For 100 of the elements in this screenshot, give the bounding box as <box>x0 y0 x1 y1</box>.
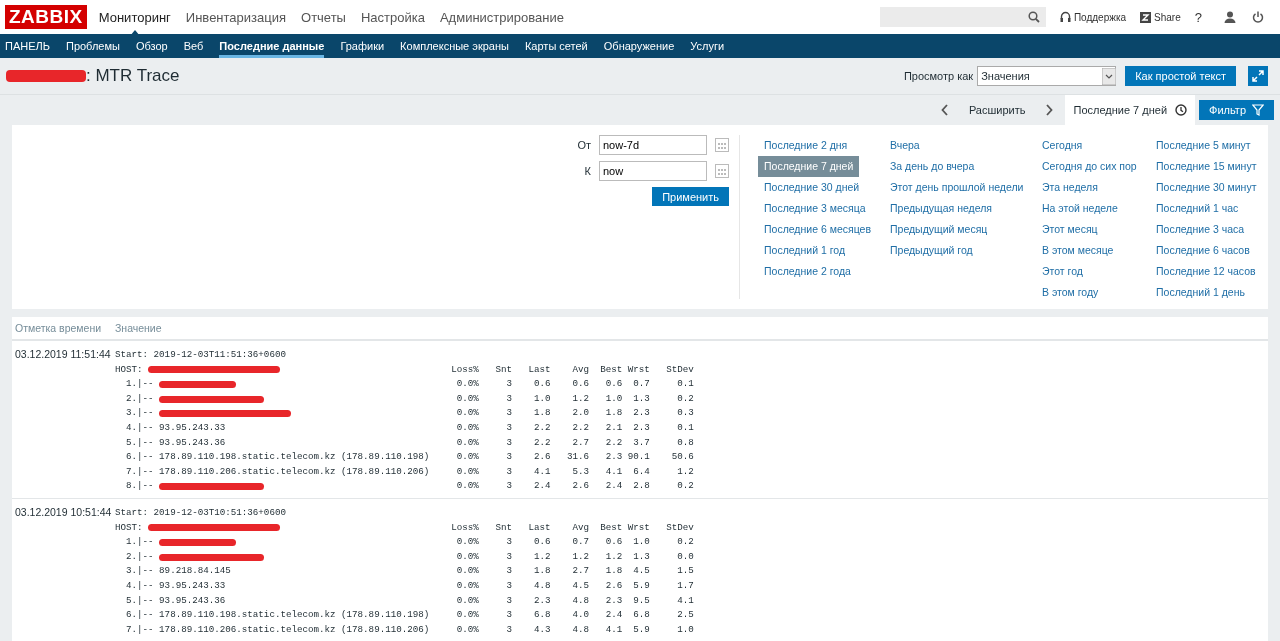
quick-range-link[interactable]: Вчера <box>884 135 926 156</box>
log-value: 1.0 <box>632 535 650 550</box>
time-range-tab[interactable]: Последние 7 дней <box>1065 95 1196 125</box>
log-value: 0.7 <box>632 377 650 392</box>
log-value: 2.1 <box>604 420 623 435</box>
sub-menu-item[interactable]: Услуги <box>690 34 725 58</box>
log-line: 6.|-- 178.89.110.198.static.telecom.kz (178.89.110.198) <box>125 450 430 465</box>
quick-range-link[interactable]: Этот месяц <box>1036 219 1104 240</box>
log-value: 2.4 <box>604 479 623 494</box>
from-label: От <box>577 139 591 151</box>
log-column-header: Wrst <box>626 520 650 535</box>
main-menu-item[interactable]: Отчеты <box>301 9 346 25</box>
log-value: 4.1 <box>604 622 623 637</box>
quick-range-link[interactable]: Последний 1 день <box>1150 282 1251 303</box>
sub-menu-item[interactable]: ПАНЕЛЬ <box>5 34 50 58</box>
main-menu-item[interactable]: Настройка <box>360 9 425 25</box>
main-menu-item[interactable]: Инвентаризация <box>185 9 286 25</box>
quick-range-link[interactable]: Последние 6 часов <box>1150 240 1256 261</box>
column-header[interactable]: Значение <box>115 322 162 334</box>
quick-range-link[interactable]: Предыдущий месяц <box>884 219 994 240</box>
log-value: 0.6 <box>533 535 551 550</box>
quick-range-link[interactable]: Этот день прошлой недели <box>884 177 1030 198</box>
log-value: 2.3 <box>533 593 551 608</box>
log-value: 4.5 <box>632 564 650 579</box>
page-title: : MTR Trace <box>86 66 180 86</box>
quick-range-link[interactable]: На этой неделе <box>1036 198 1124 219</box>
log-value: 0.6 <box>604 535 623 550</box>
log-value: 5.3 <box>571 464 590 479</box>
zoom-out-link[interactable]: Расширить <box>968 104 1026 116</box>
quick-range-link[interactable]: Эта неделя <box>1036 177 1104 198</box>
log-line: 4.|-- 93.95.243.33 <box>125 578 226 593</box>
log-value: 1.2 <box>533 549 551 564</box>
quick-range-link[interactable]: Последние 5 минут <box>1150 135 1257 156</box>
sub-menu-item[interactable]: Графики <box>340 34 385 58</box>
apply-button[interactable]: Применить <box>652 187 729 206</box>
main-menu-item[interactable]: Администрирование <box>439 9 564 25</box>
log-column-header: Snt <box>494 362 512 377</box>
quick-range-link[interactable]: Последние 7 дней <box>758 156 860 177</box>
log-value: 3.7 <box>632 435 650 450</box>
quick-range-link[interactable]: Последние 6 месяцев <box>758 219 877 240</box>
log-value: 3 <box>505 622 512 637</box>
fullscreen-button[interactable] <box>1248 66 1268 86</box>
sub-menu-item[interactable]: Проблемы <box>65 34 120 58</box>
caret-icon <box>1102 67 1117 85</box>
quick-range-link[interactable]: Последние 2 дня <box>758 135 854 156</box>
sub-menu-item[interactable]: Карты сетей <box>524 34 588 58</box>
quick-range-link[interactable]: Последние 15 минут <box>1150 156 1263 177</box>
log-value: 6.4 <box>632 464 650 479</box>
filter-tab[interactable]: Фильтр <box>1199 100 1274 120</box>
quick-range-link[interactable]: Последние 12 часов <box>1150 261 1262 282</box>
log-value: 0.6 <box>604 377 623 392</box>
plain-text-button[interactable]: Как простой текст <box>1125 66 1236 86</box>
log-value: 3 <box>505 479 512 494</box>
log-value: 1.8 <box>604 564 623 579</box>
main-menu-item[interactable]: Мониторинг <box>98 9 171 25</box>
quick-range-link[interactable]: Последний 1 год <box>758 240 852 261</box>
quick-range-link[interactable]: Сегодня до сих пор <box>1036 156 1143 177</box>
log-value: 4.8 <box>571 593 590 608</box>
quick-range-link[interactable]: Последние 3 месяца <box>758 198 872 219</box>
sub-menu-item[interactable]: Последние данные <box>219 34 325 58</box>
sub-menu-item[interactable]: Обзор <box>135 34 168 58</box>
quick-range-link[interactable]: Сегодня <box>1036 135 1089 156</box>
log-value: 1.0 <box>604 391 623 406</box>
quick-range-link[interactable]: Последние 30 минут <box>1150 177 1263 198</box>
quick-range-link[interactable]: Последние 30 дней <box>758 177 866 198</box>
quick-range-link[interactable]: В этом году <box>1036 282 1105 303</box>
quick-range-link[interactable]: Последний 1 час <box>1150 198 1245 219</box>
log-value: 0.0% <box>455 535 479 550</box>
search-field[interactable] <box>879 7 1046 27</box>
support-link[interactable]: Поддержка <box>1059 11 1127 23</box>
help-link[interactable]: ? <box>1194 9 1202 25</box>
quick-range-link[interactable]: Предыдущий год <box>884 240 979 261</box>
from-field[interactable]: now-7d <box>599 135 707 155</box>
log-line: 5.|-- 93.95.243.36 <box>125 593 226 608</box>
view-as-label: Просмотр как <box>903 70 974 82</box>
log-value: 2.7 <box>571 435 590 450</box>
log-line: 6.|-- 178.89.110.198.static.telecom.kz (178.89.110.198) <box>125 608 430 623</box>
power-icon[interactable] <box>1252 11 1264 23</box>
quick-range-link[interactable]: Последние 3 часа <box>1150 219 1251 240</box>
quick-range-link[interactable]: Последние 2 года <box>758 261 857 282</box>
column-header[interactable]: Отметка времени <box>15 322 115 334</box>
log-value: 1.3 <box>632 391 650 406</box>
to-field[interactable]: now <box>599 161 707 181</box>
log-column-header: Best <box>599 520 623 535</box>
quick-range-link[interactable]: Предыдущая неделя <box>884 198 998 219</box>
sub-menu-item[interactable]: Обнаружение <box>603 34 675 58</box>
log-value: 5.9 <box>632 578 650 593</box>
log-column-header: Snt <box>494 520 512 535</box>
view-as-dropdown[interactable]: Значения <box>977 66 1117 86</box>
log-line: 2.|-- <box>125 549 155 564</box>
logo[interactable]: ZABBIX <box>5 5 87 29</box>
log-value: 0.0% <box>455 593 479 608</box>
log-value: 9.5 <box>632 593 650 608</box>
quick-range-link[interactable]: Этот год <box>1036 261 1089 282</box>
sub-menu-item[interactable]: Веб <box>183 34 204 58</box>
quick-range-link[interactable]: В этом месяце <box>1036 240 1120 261</box>
share-link[interactable]: Share <box>1140 11 1181 23</box>
sub-menu-item[interactable]: Комплексные экраны <box>400 34 509 58</box>
user-icon[interactable] <box>1224 11 1236 23</box>
quick-range-link[interactable]: За день до вчера <box>884 156 981 177</box>
